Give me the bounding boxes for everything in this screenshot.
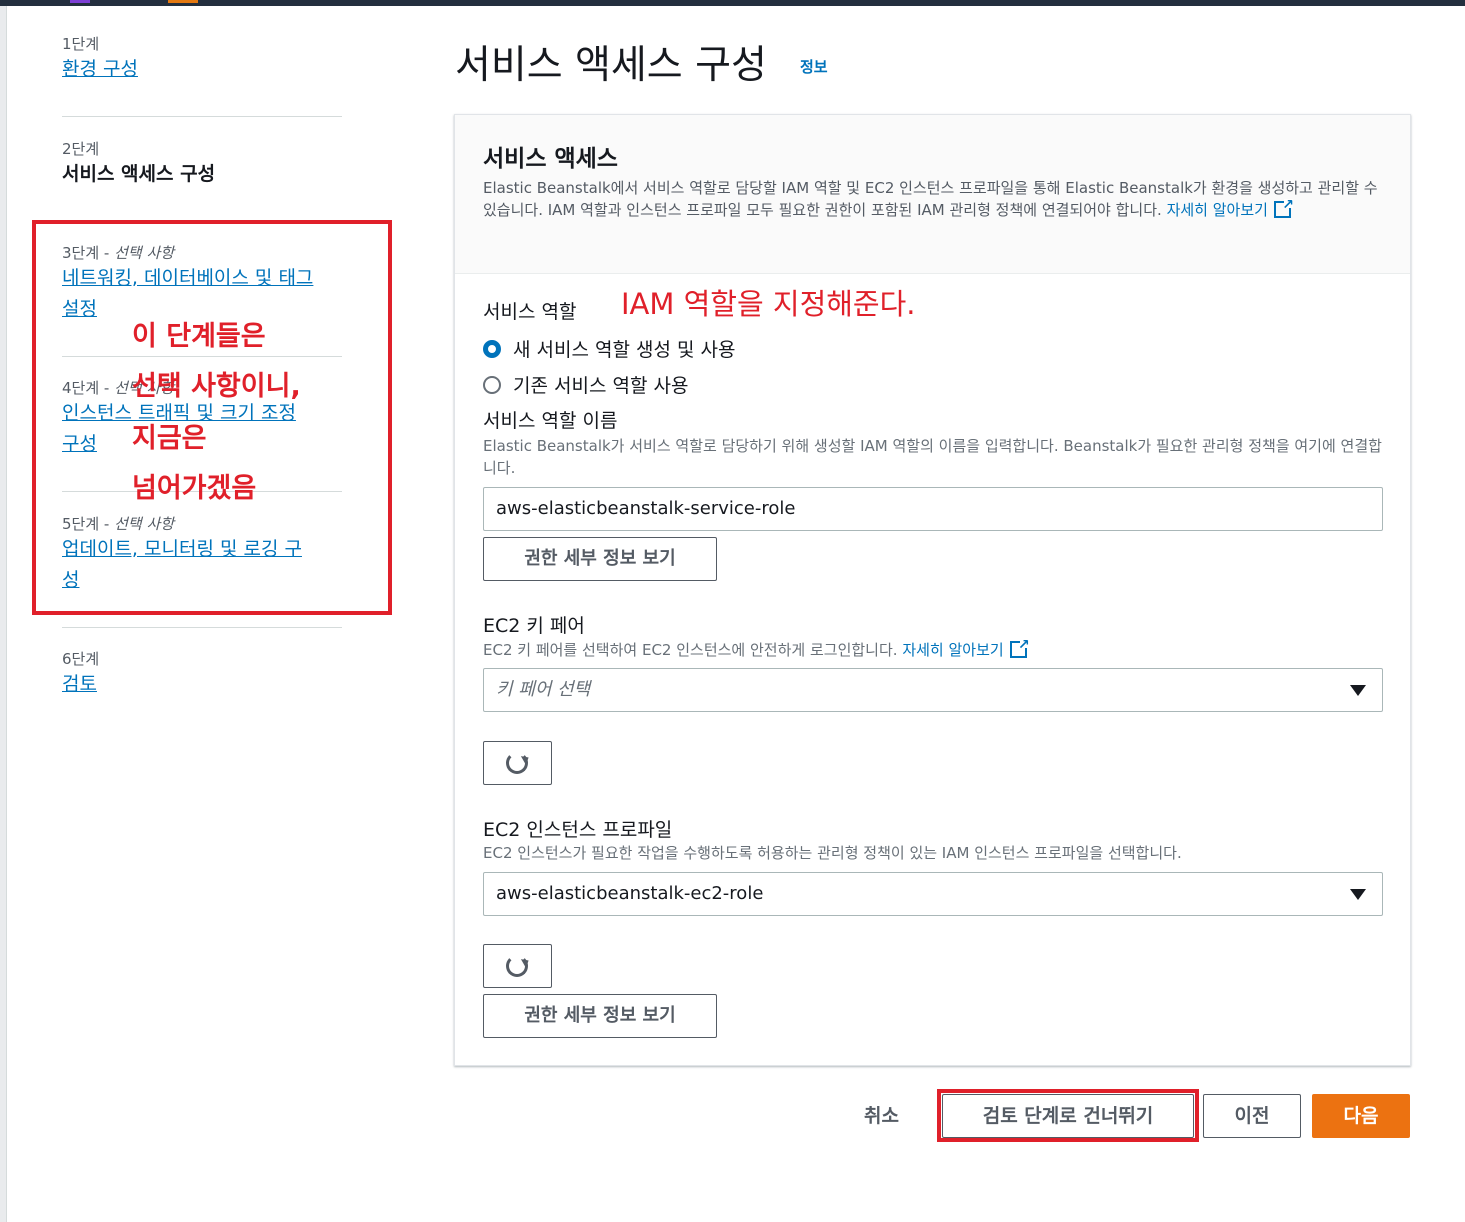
ec2-instance-profile-label: EC2 인스턴스 프로파일: [483, 819, 673, 841]
step-divider: [62, 116, 342, 117]
radio-unchecked-icon[interactable]: [483, 375, 501, 394]
annotation-iam-note: IAM 역할을 지정해준다.: [621, 287, 916, 321]
ec2-instance-profile-description: EC2 인스턴스가 필요한 작업을 수행하도록 허용하는 관리형 정책이 있는 …: [483, 844, 1182, 862]
learn-more-link[interactable]: 자세히 알아보기: [1167, 201, 1268, 219]
refresh-key-pairs-button[interactable]: [483, 741, 552, 785]
learn-more-link[interactable]: 자세히 알아보기: [902, 641, 1003, 659]
wizard-step-1: 1단계 환경 구성: [62, 34, 352, 85]
top-bar-accent: [70, 0, 90, 3]
page-title: 서비스 액세스 구성: [455, 43, 767, 88]
annotation-note-line: 이 단계들은: [132, 321, 266, 352]
next-button[interactable]: 다음: [1312, 1094, 1410, 1138]
annotation-note-line: 선택 사항이니,: [132, 371, 301, 402]
service-role-name-input[interactable]: aws-elasticbeanstalk-service-role: [483, 487, 1383, 531]
caret-down-icon: [1350, 889, 1366, 900]
service-access-panel: 서비스 액세스 Elastic Beanstalk에서 서비스 역할로 담당할 …: [454, 114, 1411, 1066]
info-link[interactable]: 정보: [800, 56, 828, 77]
radio-existing-service-role[interactable]: 기존 서비스 역할 사용: [483, 371, 688, 398]
view-permissions-button[interactable]: 권한 세부 정보 보기: [483, 994, 717, 1038]
ec2-instance-profile-select[interactable]: aws-elasticbeanstalk-ec2-role: [483, 872, 1383, 916]
ec2-key-pair-select[interactable]: 키 페어 선택: [483, 668, 1383, 712]
refresh-icon: [506, 752, 528, 774]
service-role-name-description: Elastic Beanstalk가 서비스 역할로 담당하기 위해 생성할 I…: [483, 437, 1382, 477]
panel-title: 서비스 액세스: [483, 146, 618, 172]
ec2-key-pair-label: EC2 키 페어: [483, 615, 585, 637]
annotation-note-line: 넘어가겠음: [132, 473, 257, 504]
caret-down-icon: [1350, 685, 1366, 696]
annotation-box-optional-steps: [32, 220, 392, 615]
view-permissions-button[interactable]: 권한 세부 정보 보기: [483, 537, 717, 581]
service-role-name-label: 서비스 역할 이름: [483, 410, 618, 432]
refresh-icon: [506, 955, 528, 977]
radio-new-service-role[interactable]: 새 서비스 역할 생성 및 사용: [483, 335, 735, 362]
step-link-review[interactable]: 검토: [62, 669, 352, 700]
wizard-step-6: 6단계 검토: [62, 649, 352, 700]
step-number: 2단계: [62, 140, 100, 158]
radio-checked-icon[interactable]: [483, 339, 501, 358]
service-role-label: 서비스 역할: [483, 301, 577, 323]
step-link-environment[interactable]: 환경 구성: [62, 54, 352, 85]
cancel-button[interactable]: 취소: [864, 1101, 899, 1128]
top-bar-accent-orange: [168, 0, 198, 3]
panel-description: Elastic Beanstalk에서 서비스 역할로 담당할 IAM 역할 및…: [483, 177, 1383, 221]
wizard-step-2: 2단계 서비스 액세스 구성: [62, 139, 352, 190]
refresh-instance-profiles-button[interactable]: [483, 944, 552, 988]
previous-button[interactable]: 이전: [1203, 1094, 1301, 1138]
external-link-icon: [1009, 634, 1030, 658]
step-number: 1단계: [62, 35, 100, 53]
step-number: 6단계: [62, 650, 100, 668]
annotation-box-skip: [937, 1089, 1199, 1142]
step-current-service-access: 서비스 액세스 구성: [62, 163, 216, 185]
step-divider: [62, 627, 342, 628]
external-link-icon: [1273, 194, 1294, 218]
annotation-note-line: 지금은: [132, 423, 207, 454]
panel-header: 서비스 액세스 Elastic Beanstalk에서 서비스 역할로 담당할 …: [455, 115, 1410, 274]
ec2-key-pair-description: EC2 키 페어를 선택하여 EC2 인스턴스에 안전하게 로그인합니다. 자세…: [483, 634, 1388, 661]
left-collapsed-nav: [0, 6, 7, 1222]
